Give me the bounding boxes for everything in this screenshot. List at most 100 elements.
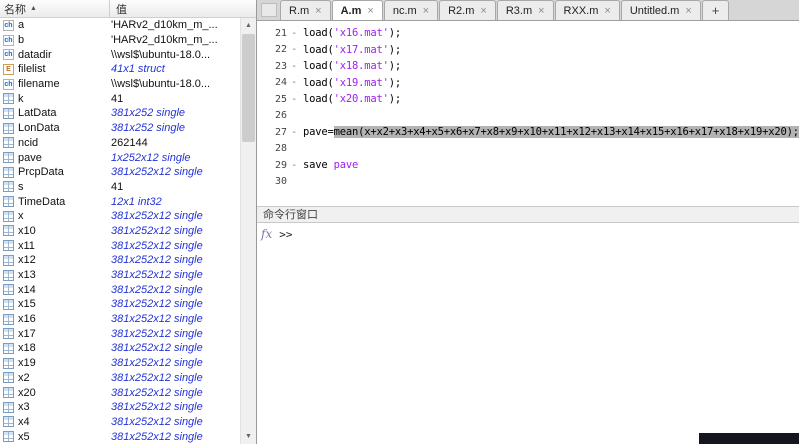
workspace-row[interactable]: x11381x252x12 single	[0, 238, 241, 253]
variable-value: 381x252x12 single	[107, 254, 241, 266]
new-tab-button[interactable]: +	[702, 0, 730, 20]
code-line[interactable]: 25-load('x20.mat');	[257, 91, 799, 108]
workspace-row[interactable]: LonData381x252 single	[0, 121, 241, 136]
line-number: 25	[257, 94, 287, 105]
variable-value: 262144	[107, 137, 241, 149]
editor-tab-r2m[interactable]: R2.m×	[439, 0, 496, 20]
command-window[interactable]: fx >>	[257, 223, 799, 444]
code-line[interactable]: 24-load('x19.mat');	[257, 75, 799, 92]
code-segment-string: 'x16.mat'	[334, 27, 389, 39]
close-tab-icon[interactable]: ×	[423, 5, 429, 17]
code-segment-plain: );	[389, 44, 401, 56]
code-line[interactable]: 27-pave=mean(x+x2+x3+x4+x5+x6+x7+x8+x9+x…	[257, 124, 799, 141]
workspace-row[interactable]: x13381x252x12 single	[0, 268, 241, 283]
workspace-value-column-header[interactable]: 值	[110, 0, 256, 17]
workspace-row[interactable]: chfilename\\wsl$\ubuntu-18.0...	[0, 77, 241, 92]
editor-tab-r3m[interactable]: R3.m×	[497, 0, 554, 20]
close-tab-icon[interactable]: ×	[538, 5, 544, 17]
workspace-row[interactable]: x17381x252x12 single	[0, 326, 241, 341]
command-window-header[interactable]: 命令行窗口	[257, 206, 799, 223]
workspace-name-column-header[interactable]: 名称 ▲	[0, 0, 110, 17]
variable-value: 381x252x12 single	[107, 298, 241, 310]
scroll-up-arrow-icon[interactable]: ▲	[241, 18, 256, 33]
variable-value: 381x252x12 single	[107, 328, 241, 340]
workspace-row[interactable]: pave1x252x12 single	[0, 150, 241, 165]
workspace-row[interactable]: chb'HARv2_d10km_m_...	[0, 33, 241, 48]
code-editor[interactable]: 21-load('x16.mat');22-load('x17.mat');23…	[257, 21, 799, 206]
workspace-row[interactable]: x14381x252x12 single	[0, 282, 241, 297]
variable-name: datadir	[18, 49, 107, 61]
workspace-row[interactable]: Efilelist41x1 struct	[0, 62, 241, 77]
num-variable-icon	[3, 196, 14, 207]
variable-value: 'HARv2_d10km_m_...	[107, 34, 241, 46]
num-variable-icon	[3, 108, 14, 119]
workspace-row[interactable]: LatData381x252 single	[0, 106, 241, 121]
workspace-row[interactable]: x10381x252x12 single	[0, 224, 241, 239]
num-variable-icon	[3, 402, 14, 413]
workspace-row[interactable]: TimeData12x1 int32	[0, 194, 241, 209]
variable-name: x2	[18, 372, 107, 384]
workspace-row[interactable]: chdatadir\\wsl$\ubuntu-18.0...	[0, 47, 241, 62]
workspace-row[interactable]: x2381x252x12 single	[0, 371, 241, 386]
workspace-row[interactable]: x18381x252x12 single	[0, 341, 241, 356]
close-tab-icon[interactable]: ×	[480, 5, 486, 17]
editor-tab-am[interactable]: A.m×	[332, 0, 383, 20]
close-tab-icon[interactable]: ×	[685, 5, 691, 17]
workspace-row[interactable]: x3381x252x12 single	[0, 400, 241, 415]
workspace-row[interactable]: x19381x252x12 single	[0, 356, 241, 371]
variable-name: PrcpData	[18, 166, 107, 178]
scroll-down-arrow-icon[interactable]: ▼	[241, 429, 256, 444]
workspace-row[interactable]: x20381x252x12 single	[0, 385, 241, 400]
code-line[interactable]: 21-load('x16.mat');	[257, 25, 799, 42]
command-window-title: 命令行窗口	[263, 209, 318, 221]
variable-value: 381x252x12 single	[107, 431, 241, 443]
code-segment-plain: );	[389, 77, 401, 89]
workspace-scrollbar[interactable]: ▲ ▼	[240, 18, 256, 444]
code-line[interactable]: 28	[257, 141, 799, 158]
num-variable-icon	[3, 240, 14, 251]
num-variable-icon	[3, 416, 14, 427]
workspace-row[interactable]: ncid262144	[0, 136, 241, 151]
variable-name: LatData	[18, 107, 107, 119]
workspace-row[interactable]: k41	[0, 91, 241, 106]
num-variable-icon	[3, 431, 14, 442]
line-number: 30	[257, 176, 287, 187]
code-line[interactable]: 26	[257, 108, 799, 125]
workspace-row[interactable]: x381x252x12 single	[0, 209, 241, 224]
code-segment-string: 'x20.mat'	[334, 93, 389, 105]
close-tab-icon[interactable]: ×	[367, 5, 373, 17]
code-line[interactable]: 22-load('x17.mat');	[257, 42, 799, 59]
char-variable-icon: ch	[3, 79, 14, 90]
variable-name: x19	[18, 357, 107, 369]
document-icon	[261, 3, 277, 17]
close-tab-icon[interactable]: ×	[604, 5, 610, 17]
workspace-row[interactable]: s41	[0, 180, 241, 195]
tab-label: RXX.m	[564, 5, 599, 17]
code-line[interactable]: 30	[257, 174, 799, 191]
variable-name: s	[18, 181, 107, 193]
close-tab-icon[interactable]: ×	[315, 5, 321, 17]
editor-tab-untitledm[interactable]: Untitled.m×	[621, 0, 701, 20]
variable-name: a	[18, 19, 107, 31]
scrollbar-thumb[interactable]	[242, 34, 255, 142]
variable-name: k	[18, 93, 107, 105]
code-line[interactable]: 29-save pave	[257, 157, 799, 174]
num-variable-icon	[3, 314, 14, 325]
workspace-variable-list: cha'HARv2_d10km_m_...chb'HARv2_d10km_m_.…	[0, 18, 241, 444]
editor-tab-ncm[interactable]: nc.m×	[384, 0, 438, 20]
workspace-row[interactable]: PrcpData381x252x12 single	[0, 165, 241, 180]
editor-tab-rxxm[interactable]: RXX.m ×	[555, 0, 620, 20]
variable-name: TimeData	[18, 196, 107, 208]
workspace-row[interactable]: x16381x252x12 single	[0, 312, 241, 327]
workspace-row[interactable]: x15381x252x12 single	[0, 297, 241, 312]
workspace-row[interactable]: x5381x252x12 single	[0, 429, 241, 444]
editor-tab-rm[interactable]: R.m×	[280, 0, 331, 20]
line-number: 23	[257, 61, 287, 72]
code-line[interactable]: 23-load('x18.mat');	[257, 58, 799, 75]
workspace-row[interactable]: x12381x252x12 single	[0, 253, 241, 268]
char-variable-icon: ch	[3, 35, 14, 46]
workspace-row[interactable]: x4381x252x12 single	[0, 415, 241, 430]
workspace-row[interactable]: cha'HARv2_d10km_m_...	[0, 18, 241, 33]
num-variable-icon	[3, 211, 14, 222]
variable-name: x3	[18, 401, 107, 413]
